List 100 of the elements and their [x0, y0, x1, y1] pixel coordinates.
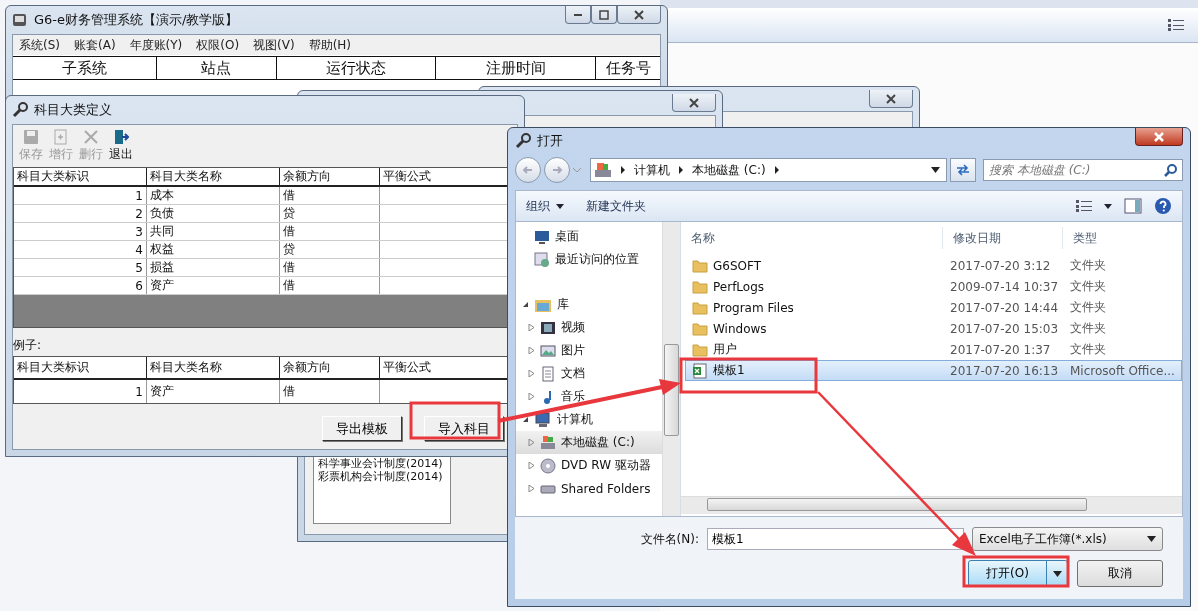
back-button[interactable] — [515, 157, 541, 183]
nav-item[interactable]: 计算机 — [516, 408, 662, 431]
dropdown-arrow-icon — [1147, 536, 1156, 542]
nav-item[interactable]: 桌面 — [516, 225, 662, 248]
menu-item[interactable]: 帮助(H) — [308, 36, 352, 54]
menu-item[interactable]: 视图(V) — [253, 36, 295, 54]
column-header[interactable]: 余额方向 — [280, 168, 380, 185]
column-header[interactable]: 子系统 — [13, 57, 157, 79]
column-header[interactable]: 站点 — [156, 57, 277, 79]
column-header[interactable]: 修改日期 — [943, 227, 1063, 249]
open-button[interactable]: 打开(O) — [968, 560, 1068, 587]
chevron-icon[interactable] — [678, 166, 684, 174]
collapsed-arrow-icon[interactable] — [528, 439, 535, 446]
breadcrumb[interactable]: 本地磁盘 (C:) — [692, 161, 766, 179]
preview-pane-icon[interactable] — [1124, 198, 1142, 214]
close-button[interactable] — [1135, 128, 1183, 146]
collapsed-arrow-icon[interactable] — [528, 393, 535, 400]
nav-item[interactable]: 视频 — [516, 316, 662, 339]
list-item[interactable]: 彩票机构会计制度(2014) — [318, 470, 446, 483]
nav-item[interactable]: 库 — [516, 293, 662, 316]
file-row[interactable]: PerfLogs 2009-07-14 10:37 文件夹 — [685, 276, 1182, 297]
nav-item[interactable]: 最近访问的位置 — [516, 248, 662, 271]
menu-item[interactable]: 年度账(Y) — [129, 36, 183, 54]
column-header[interactable]: 科目大类名称 — [147, 357, 280, 378]
breadcrumb[interactable]: 计算机 — [634, 161, 670, 179]
column-header[interactable]: 科目大类标识 — [14, 357, 147, 378]
nav-item[interactable]: 图片 — [516, 339, 662, 362]
menu-item[interactable]: 系统(S) — [19, 36, 60, 54]
dropdown-arrow-icon[interactable] — [931, 167, 940, 173]
file-type-dropdown[interactable]: Excel电子工作簿(*.xls) — [972, 527, 1163, 551]
menu-item[interactable]: 账套(A) — [74, 36, 116, 54]
file-row[interactable]: 用户 2017-07-20 1:37 文件夹 — [685, 339, 1182, 360]
chevron-icon[interactable] — [773, 166, 780, 174]
menu-item[interactable]: 权限(O) — [196, 36, 240, 54]
list-item[interactable]: 科学事业会计制度(2014) — [318, 457, 446, 470]
dropdown-arrow-icon — [1052, 570, 1062, 577]
scrollbar[interactable] — [681, 496, 1182, 514]
drive-icon — [540, 434, 556, 451]
forward-button[interactable] — [544, 157, 570, 183]
column-header[interactable]: 运行状态 — [276, 57, 437, 79]
refresh-button[interactable] — [950, 158, 976, 182]
collapsed-arrow-icon[interactable] — [528, 462, 535, 469]
toolbar-button[interactable]: 退出 — [107, 129, 135, 165]
nav-item[interactable]: Shared Folders — [516, 477, 662, 500]
column-header[interactable]: 科目大类标识 — [14, 168, 147, 185]
collapsed-arrow-icon[interactable] — [528, 324, 535, 331]
search-field[interactable]: 搜索 本地磁盘 (C:) — [983, 159, 1183, 181]
add-row-icon — [53, 129, 69, 145]
file-row[interactable]: G6SOFT 2017-07-20 3:12 文件夹 — [685, 255, 1182, 276]
window-title: 科目大类定义 — [34, 101, 112, 119]
collapsed-arrow-icon[interactable] — [528, 347, 535, 354]
nav-item[interactable]: 音乐 — [516, 385, 662, 408]
close-button[interactable] — [869, 90, 913, 108]
expanded-arrow-icon[interactable] — [522, 416, 529, 423]
nav-item[interactable]: 文档 — [516, 362, 662, 385]
file-row[interactable]: 模板1 2017-07-20 16:13 Microsoft Office... — [685, 360, 1182, 381]
table-cell: 3 — [14, 223, 147, 240]
table-cell: 借 — [280, 187, 380, 204]
dialog-button[interactable]: 导出模板 — [322, 416, 402, 441]
table-cell: 5 — [14, 259, 147, 276]
picture-icon — [540, 342, 556, 359]
column-header[interactable]: 科目大类名称 — [147, 168, 280, 185]
filename-field[interactable]: 模板1 — [707, 528, 964, 550]
collapsed-arrow-icon[interactable] — [528, 485, 535, 492]
column-header[interactable]: 注册时间 — [436, 57, 597, 79]
maximize-button[interactable] — [591, 6, 617, 24]
list-view-icon[interactable] — [1168, 19, 1184, 31]
close-button[interactable] — [617, 6, 661, 24]
monitor-icon — [534, 228, 550, 245]
minimize-button[interactable] — [565, 6, 591, 24]
example-label: 例子: — [13, 337, 42, 354]
help-icon[interactable] — [1154, 197, 1172, 215]
column-header[interactable]: 类型 — [1063, 227, 1182, 249]
table-cell: 资产 — [147, 380, 280, 403]
table-cell: 4 — [14, 241, 147, 258]
search-icon[interactable] — [1164, 163, 1178, 177]
table-cell: 借 — [280, 380, 380, 403]
toolbar-button[interactable]: 新建文件夹 — [586, 197, 646, 215]
nav-item[interactable]: DVD RW 驱动器 — [516, 454, 662, 477]
caret-icon[interactable] — [1104, 203, 1112, 209]
column-header[interactable]: 余额方向 — [280, 357, 380, 378]
expanded-arrow-icon[interactable] — [522, 301, 529, 308]
file-row[interactable]: Program Files 2017-07-20 14:44 文件夹 — [685, 297, 1182, 318]
list-view-icon[interactable] — [1076, 200, 1092, 212]
chevron-icon[interactable] — [620, 166, 626, 174]
collapsed-arrow-icon[interactable] — [528, 370, 535, 377]
minimize-icon — [574, 13, 582, 16]
toolbar-button[interactable]: 组织 — [526, 197, 564, 215]
close-button[interactable] — [672, 94, 716, 112]
column-header[interactable]: 任务号 — [596, 57, 660, 79]
floppy-icon — [23, 129, 39, 145]
scrollbar[interactable] — [662, 222, 680, 516]
column-header[interactable]: 名称 — [681, 227, 943, 249]
cancel-button[interactable]: 取消 — [1077, 560, 1163, 587]
address-bar[interactable]: 计算机 本地磁盘 (C:) — [590, 158, 947, 182]
nav-item[interactable]: 本地磁盘 (C:) — [516, 431, 662, 454]
file-row[interactable]: Windows 2017-07-20 15:03 文件夹 — [685, 318, 1182, 339]
table-cell: 6 — [14, 277, 147, 294]
disc-icon — [540, 457, 556, 474]
folder-icon — [692, 257, 708, 274]
